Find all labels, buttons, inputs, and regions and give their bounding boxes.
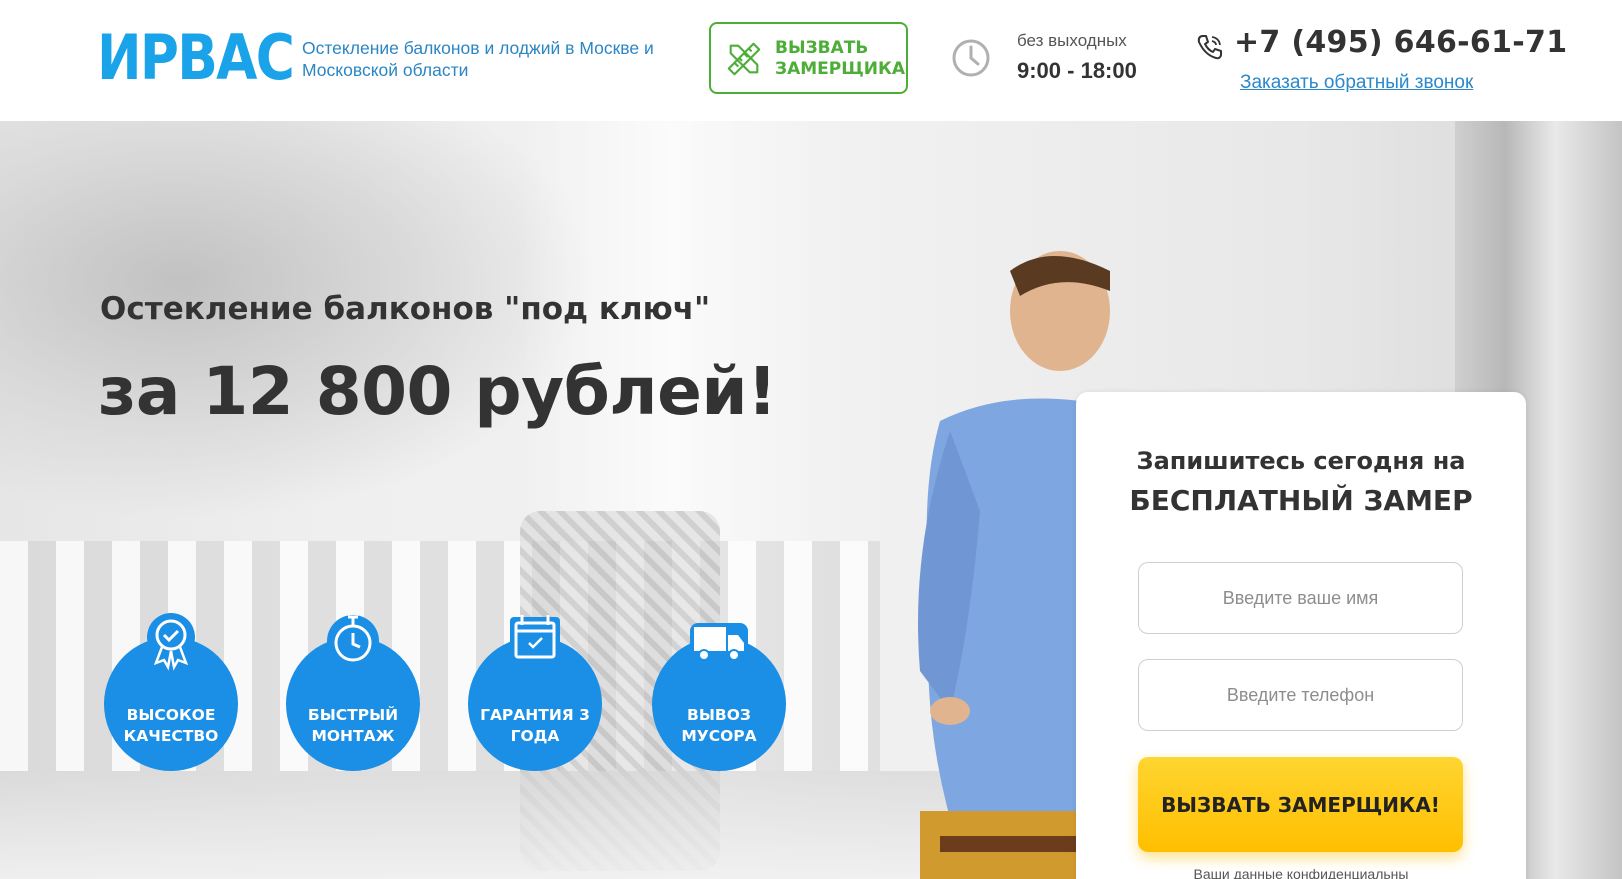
badge-debris-removal: ВЫВОЗ МУСОРА [652, 623, 786, 771]
phone-input[interactable] [1138, 659, 1463, 731]
truck-icon [690, 623, 748, 661]
working-hours: 9:00 - 18:00 [1017, 58, 1137, 83]
badge-warranty: ГАРАНТИЯ 3 ГОДА [468, 615, 602, 771]
site-logo[interactable]: ИРВАС [97, 27, 295, 89]
call-measurer-label: ВЫЗВАТЬ ЗАМЕРЩИКА [775, 38, 906, 79]
hero-subtitle: Остекление балконов "под ключ" [100, 291, 711, 327]
badge-fast-install: БЫСТРЫЙ МОНТАЖ [286, 615, 420, 771]
stopwatch-icon [327, 615, 379, 667]
measurement-request-form: Запишитесь сегодня на БЕСПЛАТНЫЙ ЗАМЕР В… [1076, 392, 1526, 879]
phone-icon [1197, 35, 1222, 60]
badge-fast-install-label: БЫСТРЫЙ МОНТАЖ [307, 706, 399, 745]
badge-quality: ВЫСОКОЕ КАЧЕСТВО [104, 613, 238, 771]
quality-award-icon [147, 613, 195, 671]
badge-debris-removal-label: ВЫВОЗ МУСОРА [681, 706, 757, 745]
clock-icon [952, 39, 990, 77]
submit-measurer-button[interactable]: ВЫЗВАТЬ ЗАМЕРЩИКА! [1138, 757, 1463, 852]
calendar-certificate-icon [510, 615, 560, 663]
site-header: ИРВАС Остекление балконов и лоджий в Мос… [0, 0, 1622, 121]
form-title-line2: БЕСПЛАТНЫЙ ЗАМЕР [1129, 484, 1473, 517]
name-input[interactable] [1138, 562, 1463, 634]
working-days-label: без выходных [1017, 31, 1127, 50]
call-measurer-button[interactable]: ВЫЗВАТЬ ЗАМЕРЩИКА [709, 22, 908, 94]
badge-warranty-label: ГАРАНТИЯ 3 ГОДА [480, 706, 590, 745]
form-title-line1: Запишитесь сегодня на [1136, 447, 1466, 475]
phone-number[interactable]: +7 (495) 646-61-71 [1234, 25, 1567, 60]
badge-quality-label: ВЫСОКОЕ КАЧЕСТВО [123, 706, 219, 745]
ruler-pencil-icon [727, 42, 761, 76]
hero-section: Остекление балконов "под ключ" за 12 800… [0, 121, 1622, 879]
hero-title: за 12 800 рублей! [98, 353, 777, 430]
callback-link[interactable]: Заказать обратный звонок [1240, 72, 1473, 94]
privacy-note: Ваши данные конфиденциальны [1193, 866, 1409, 879]
site-tagline: Остекление балконов и лоджий в Москве и … [302, 38, 654, 80]
